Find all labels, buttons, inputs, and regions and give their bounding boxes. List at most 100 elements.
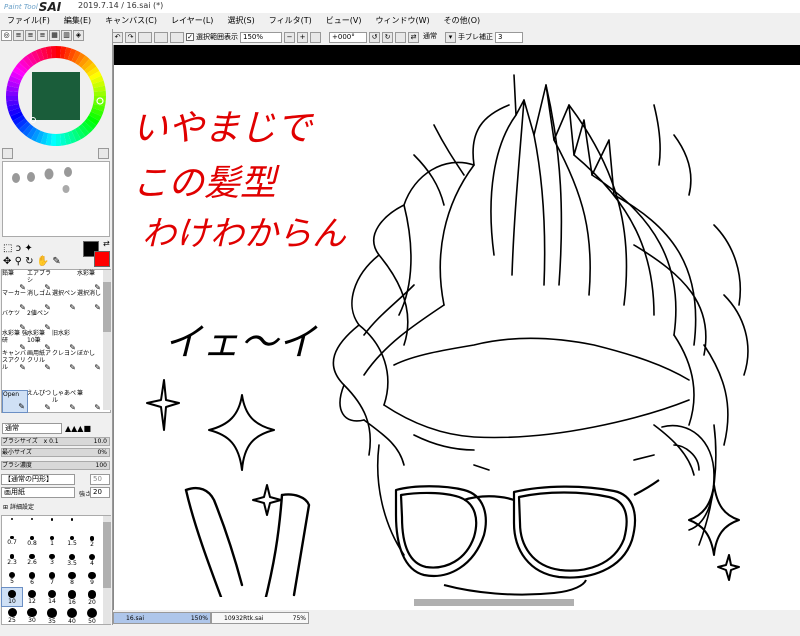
mixer-tab-icon[interactable]: ◈ (73, 30, 84, 41)
size-preset[interactable]: 2 (82, 534, 102, 552)
rotate-right-icon[interactable]: ↻ (382, 31, 393, 43)
min-size-slider[interactable]: 最小サイズ 0% (1, 448, 110, 457)
blend-dropdown-icon[interactable]: ▾ (445, 31, 456, 43)
show-selection-checkbox[interactable]: ✓ (186, 33, 194, 41)
undo-button[interactable]: ↶ (112, 31, 123, 43)
brush-size-multiplier[interactable]: x 0.1 (44, 438, 59, 445)
size-preset[interactable]: 5 (2, 570, 22, 588)
size-preset[interactable]: 12 (22, 588, 42, 606)
zoom-reset-button[interactable] (310, 31, 321, 43)
tool-scroll-thumb[interactable] (103, 282, 111, 332)
zoom-icon[interactable]: ⚲ (15, 256, 22, 267)
size-preset[interactable]: 1.5 (62, 534, 82, 552)
color-wheel[interactable] (5, 45, 107, 147)
size-preset[interactable]: 2.3 (2, 552, 22, 570)
edge-hardness-icons[interactable]: ▲▲▲■ (65, 424, 91, 433)
menu-select[interactable]: 選択(S) (220, 15, 261, 26)
scratch-clear-icon[interactable] (2, 148, 13, 159)
brush-blend-select[interactable]: 通常 (2, 423, 62, 434)
size-preset[interactable]: 7 (42, 570, 62, 588)
rgb-slider-tab-icon[interactable]: ≡ (13, 30, 24, 41)
zoom-out-icon[interactable]: − (284, 31, 295, 43)
secondary-color-swatch[interactable] (94, 251, 110, 267)
stabilizer-field[interactable]: 3 (495, 31, 523, 43)
menu-layer[interactable]: レイヤー(L) (164, 15, 220, 26)
size-preset[interactable]: 1 (42, 534, 62, 552)
palette-tab-icon[interactable]: ≡ (37, 30, 48, 41)
color-wheel-tab-icon[interactable]: ◎ (1, 30, 12, 41)
eyedropper-icon[interactable]: ✎ (52, 256, 60, 267)
canvas-h-scroll-thumb[interactable] (414, 599, 574, 606)
size-preset[interactable]: 0.7 (2, 534, 22, 552)
brush-size-slider[interactable]: ブラシサイズ x 0.1 10.0 (1, 437, 110, 446)
brush-slot[interactable]: Open ✎ (2, 390, 28, 413)
size-preset[interactable] (42, 516, 62, 534)
brush-shape-value[interactable]: 50 (90, 474, 110, 485)
size-preset[interactable]: 4 (82, 552, 102, 570)
layer-button[interactable] (170, 31, 184, 43)
size-preset[interactable] (2, 516, 22, 534)
tool-scrollbar[interactable] (103, 270, 111, 410)
blend-mode-select[interactable]: 通常 (421, 32, 443, 43)
strength-value[interactable]: 20 (90, 487, 110, 498)
scratch-pad[interactable] (2, 161, 110, 237)
size-preset[interactable]: 50 (82, 606, 102, 625)
size-preset[interactable]: 2.6 (22, 552, 42, 570)
zoom-field[interactable]: 150% (240, 31, 282, 43)
menu-filter[interactable]: フィルタ(T) (262, 15, 319, 26)
preset-scrollbar[interactable] (103, 516, 111, 624)
lasso-icon[interactable]: ↄ (16, 243, 22, 254)
brush-shape-select[interactable]: 【通常の円形】 (1, 474, 75, 485)
deselect-button[interactable] (138, 31, 152, 43)
flip-icon[interactable]: ⇄ (408, 31, 419, 43)
hsv-slider-tab-icon[interactable]: ≡ (25, 30, 36, 41)
size-preset[interactable]: 40 (62, 606, 82, 625)
swatch-tab-icon[interactable]: ▦ (49, 30, 60, 41)
size-preset[interactable] (22, 516, 42, 534)
preset-scroll-thumb[interactable] (103, 522, 111, 588)
canvas-area[interactable]: いやまじで この髪型 わけわからん イェ〜イ (113, 45, 800, 610)
size-preset[interactable]: 20 (82, 588, 102, 606)
size-preset[interactable]: 9 (82, 570, 102, 588)
move-icon[interactable]: ✥ (3, 256, 11, 267)
menu-file[interactable]: ファイル(F) (0, 15, 57, 26)
menu-view[interactable]: ビュー(V) (319, 15, 369, 26)
brush-slot[interactable]: 筆 ✎ (77, 390, 103, 413)
rotate-reset-button[interactable] (395, 31, 406, 43)
menu-window[interactable]: ウィンドウ(W) (368, 15, 436, 26)
size-preset[interactable]: 16 (62, 588, 82, 606)
swap-colors-icon[interactable]: ⇄ (103, 239, 110, 248)
rotate-left-icon[interactable]: ↺ (369, 31, 380, 43)
size-preset[interactable]: 6 (22, 570, 42, 588)
brush-slot[interactable]: えんぴつ ✎ (27, 390, 53, 413)
canvas-h-scrollbar[interactable] (114, 597, 800, 608)
size-preset[interactable]: 35 (42, 606, 62, 625)
texture-select[interactable]: 画用紙 (1, 487, 75, 498)
size-preset[interactable]: 30 (22, 606, 42, 624)
scratch-menu-icon[interactable] (98, 148, 109, 159)
size-preset[interactable]: 25 (2, 606, 22, 624)
size-preset[interactable]: 10 (1, 587, 23, 607)
doc-tab-10932[interactable]: 10932Rtk.sai 75% (211, 612, 309, 624)
redo-button[interactable]: ↷ (125, 31, 136, 43)
menu-other[interactable]: その他(O) (437, 15, 488, 26)
doc-tab-16[interactable]: 16.sai 150% (113, 612, 211, 624)
marquee-icon[interactable]: ⬚ (3, 243, 12, 254)
scratchpad-tab-icon[interactable]: ▥ (61, 30, 72, 41)
density-slider[interactable]: ブラシ濃度 100 (1, 461, 110, 470)
rotate-icon[interactable]: ↻ (25, 256, 33, 267)
detail-settings-toggle[interactable]: ⊞ 詳細設定 (3, 502, 34, 511)
menu-edit[interactable]: 編集(E) (57, 15, 98, 26)
rotation-field[interactable]: +000° (329, 31, 367, 43)
hand-icon[interactable]: ✋ (37, 256, 49, 267)
size-preset[interactable] (62, 516, 82, 534)
size-preset[interactable]: 14 (42, 588, 62, 606)
size-preset[interactable]: 3 (42, 552, 62, 570)
magic-wand-icon[interactable]: ✦ (24, 243, 32, 254)
menu-canvas[interactable]: キャンバス(C) (98, 15, 164, 26)
select-all-button[interactable] (154, 31, 168, 43)
color-square[interactable] (32, 72, 80, 120)
brush-slot[interactable]: しゃあペル ✎ (52, 390, 78, 413)
zoom-in-icon[interactable]: + (297, 31, 308, 43)
size-preset[interactable]: 8 (62, 570, 82, 588)
